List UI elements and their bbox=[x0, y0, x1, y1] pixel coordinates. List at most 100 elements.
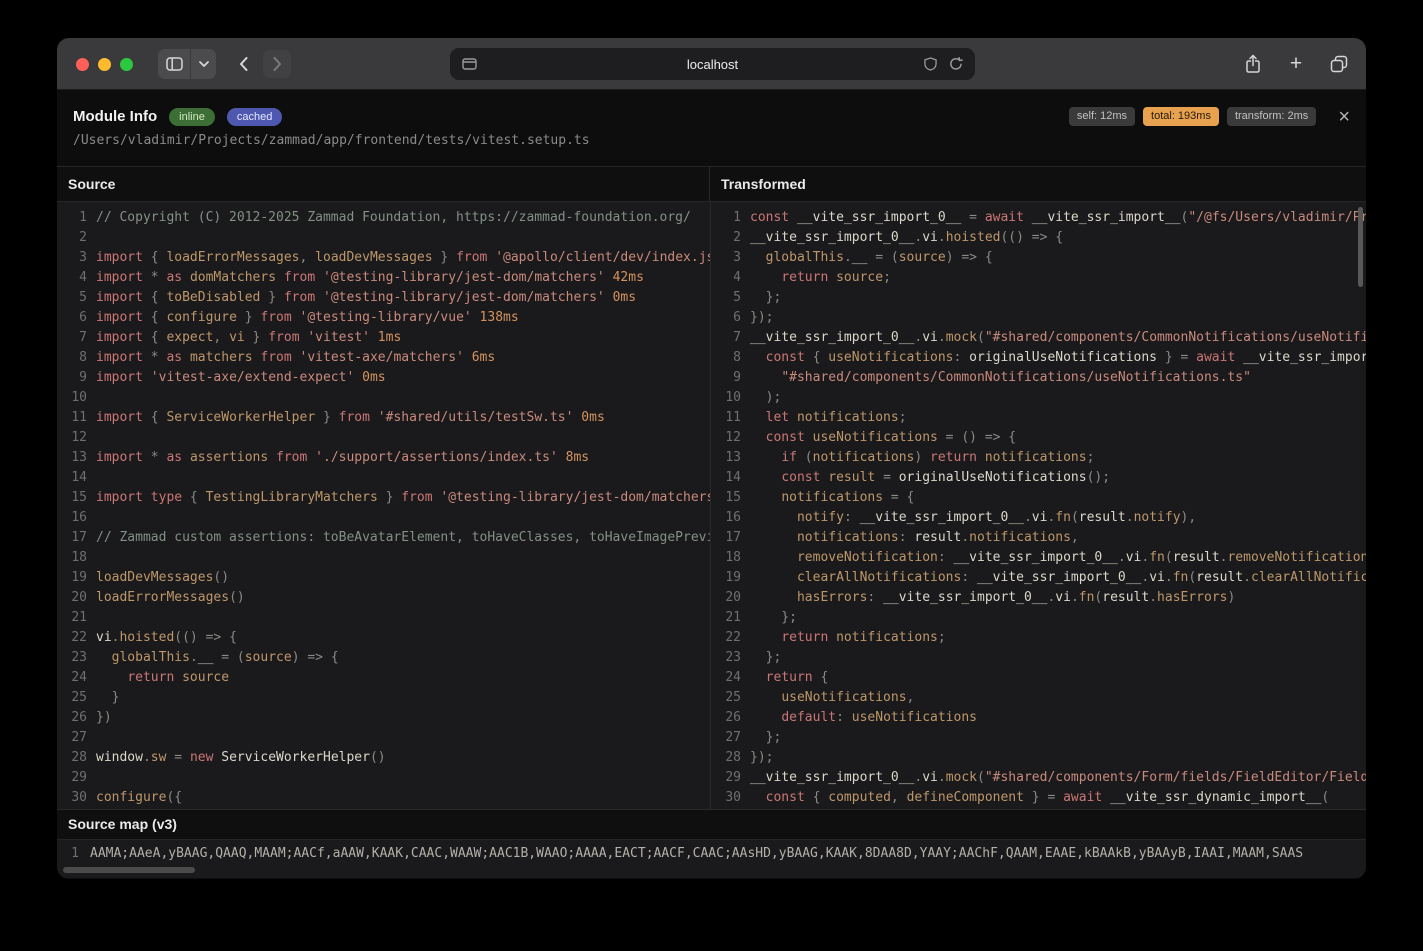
code-text: const { computed, defineComponent } = aw… bbox=[750, 788, 1329, 808]
code-text: // Copyright (C) 2012-2025 Zammad Founda… bbox=[96, 208, 691, 228]
code-text: __vite_ssr_import_0__.vi.hoisted(() => { bbox=[750, 228, 1063, 248]
line-number: 17 bbox=[59, 528, 87, 548]
code-text: if (notifications) return notifications; bbox=[750, 448, 1094, 468]
line-number: 15 bbox=[59, 488, 87, 508]
line-number: 13 bbox=[59, 448, 87, 468]
code-text: import { ServiceWorkerHelper } from '#sh… bbox=[96, 408, 605, 428]
code-text: let notifications; bbox=[750, 408, 907, 428]
line-number: 2 bbox=[713, 228, 741, 248]
line-number: 10 bbox=[713, 388, 741, 408]
code-line: 8 const { useNotifications: originalUseN… bbox=[711, 348, 1366, 368]
line-number: 17 bbox=[713, 528, 741, 548]
code-line: 19 clearAllNotifications: __vite_ssr_imp… bbox=[711, 568, 1366, 588]
line-number: 21 bbox=[59, 608, 87, 628]
code-text: return source; bbox=[750, 268, 891, 288]
timing-badges: self: 12ms total: 193ms transform: 2ms × bbox=[1069, 107, 1350, 126]
code-text: "#shared/components/CommonNotifications/… bbox=[750, 368, 1251, 388]
sourcemap-line-number: 1 bbox=[69, 846, 79, 861]
tab-overview-icon[interactable] bbox=[1328, 55, 1350, 73]
code-text: hasErrors: __vite_ssr_import_0__.vi.fn(r… bbox=[750, 588, 1235, 608]
line-number: 21 bbox=[713, 608, 741, 628]
line-number: 20 bbox=[59, 588, 87, 608]
code-line: 14 bbox=[57, 468, 710, 488]
code-text: __vite_ssr_import_0__.vi.mock("#shared/c… bbox=[750, 328, 1366, 348]
zoom-window-button[interactable] bbox=[120, 58, 133, 71]
close-icon[interactable]: × bbox=[1338, 108, 1350, 126]
line-number: 20 bbox=[713, 588, 741, 608]
forward-button[interactable] bbox=[263, 50, 291, 78]
traffic-lights bbox=[76, 58, 133, 71]
total-time-badge: total: 193ms bbox=[1143, 107, 1219, 126]
code-text: notifications = { bbox=[750, 488, 914, 508]
code-text: notifications: result.notifications, bbox=[750, 528, 1079, 548]
line-number: 4 bbox=[59, 268, 87, 288]
page-settings-icon[interactable] bbox=[462, 58, 477, 70]
minimize-window-button[interactable] bbox=[98, 58, 111, 71]
line-number: 9 bbox=[713, 368, 741, 388]
line-number: 15 bbox=[713, 488, 741, 508]
code-line: 3 globalThis.__ = (source) => { bbox=[711, 248, 1366, 268]
close-window-button[interactable] bbox=[76, 58, 89, 71]
line-number: 13 bbox=[713, 448, 741, 468]
line-number: 29 bbox=[713, 768, 741, 788]
line-number: 29 bbox=[59, 768, 87, 788]
sidebar-icon bbox=[166, 57, 183, 71]
line-number: 1 bbox=[59, 208, 87, 228]
line-number: 8 bbox=[59, 348, 87, 368]
code-line: 20loadErrorMessages() bbox=[57, 588, 710, 608]
back-button[interactable] bbox=[229, 50, 257, 78]
code-text: import * as assertions from './support/a… bbox=[96, 448, 589, 468]
line-number: 8 bbox=[713, 348, 741, 368]
vertical-scrollbar[interactable] bbox=[1358, 207, 1363, 287]
line-number: 16 bbox=[713, 508, 741, 528]
code-line: 30 const { computed, defineComponent } =… bbox=[711, 788, 1366, 808]
code-text: default: useNotifications bbox=[750, 708, 977, 728]
code-line: 27 }; bbox=[711, 728, 1366, 748]
horizontal-scrollbar[interactable] bbox=[63, 867, 195, 873]
code-text: } bbox=[96, 688, 119, 708]
line-number: 7 bbox=[713, 328, 741, 348]
code-line: 21 bbox=[57, 608, 710, 628]
panels-header: Source Transformed bbox=[57, 166, 1366, 202]
code-line: 7import { expect, vi } from 'vitest' 1ms bbox=[57, 328, 710, 348]
share-icon[interactable] bbox=[1242, 54, 1264, 74]
code-line: 10 ); bbox=[711, 388, 1366, 408]
code-line: 16 notify: __vite_ssr_import_0__.vi.fn(r… bbox=[711, 508, 1366, 528]
address-bar[interactable]: localhost bbox=[450, 48, 975, 80]
line-number: 11 bbox=[713, 408, 741, 428]
line-number: 26 bbox=[59, 708, 87, 728]
source-panel-title: Source bbox=[57, 167, 710, 201]
code-line: 7 __vite_ssr_import_0__.vi.mock("#shared/… bbox=[711, 328, 1366, 348]
code-text: ); bbox=[750, 388, 781, 408]
line-number: 12 bbox=[59, 428, 87, 448]
line-number: 30 bbox=[59, 788, 87, 808]
line-number: 4 bbox=[713, 268, 741, 288]
line-number: 11 bbox=[59, 408, 87, 428]
line-number: 18 bbox=[59, 548, 87, 568]
sidebar-toggle-button[interactable] bbox=[158, 49, 216, 79]
cached-badge: cached bbox=[227, 108, 282, 126]
code-line: 24 return { bbox=[711, 668, 1366, 688]
code-line: 14 const result = originalUseNotificatio… bbox=[711, 468, 1366, 488]
line-number: 27 bbox=[59, 728, 87, 748]
code-line: 2 bbox=[57, 228, 710, 248]
code-line: 19loadDevMessages() bbox=[57, 568, 710, 588]
code-text: // Zammad custom assertions: toBeAvatarE… bbox=[96, 528, 710, 548]
privacy-shield-icon[interactable] bbox=[924, 57, 937, 71]
line-number: 19 bbox=[713, 568, 741, 588]
code-text: }); bbox=[750, 748, 773, 768]
code-line: 25 useNotifications, bbox=[711, 688, 1366, 708]
line-number: 25 bbox=[59, 688, 87, 708]
code-line: 4import * as domMatchers from '@testing-… bbox=[57, 268, 710, 288]
new-tab-icon[interactable]: + bbox=[1285, 54, 1307, 74]
toolbar-right-controls: + bbox=[1242, 38, 1350, 90]
code-line: 30configure({ bbox=[57, 788, 710, 808]
sourcemap-mappings: AAMA;AAeA,yBAAG,QAAQ,MAAM;AACf,aAAW,KAAK… bbox=[90, 846, 1303, 861]
line-number: 22 bbox=[59, 628, 87, 648]
reload-icon[interactable] bbox=[949, 57, 963, 71]
code-line: 8import * as matchers from 'vitest-axe/m… bbox=[57, 348, 710, 368]
line-number: 28 bbox=[713, 748, 741, 768]
code-line: 18 bbox=[57, 548, 710, 568]
browser-toolbar: localhost + bbox=[57, 38, 1366, 90]
code-line: 9 "#shared/components/CommonNotification… bbox=[711, 368, 1366, 388]
